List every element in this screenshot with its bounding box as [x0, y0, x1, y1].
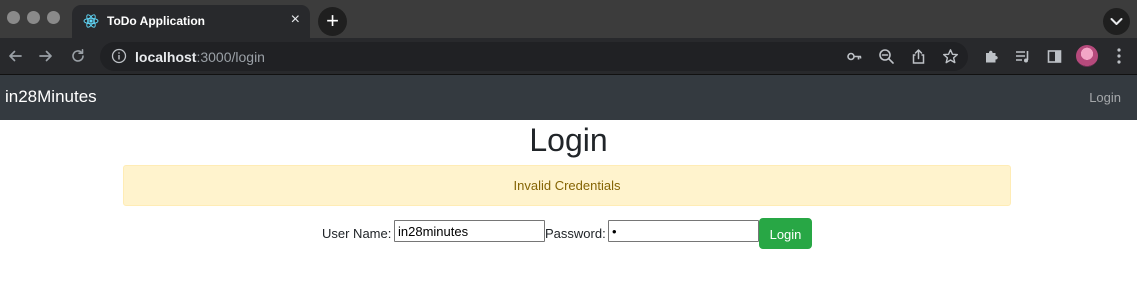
profile-avatar[interactable]	[1076, 45, 1098, 67]
close-window-button[interactable]	[7, 11, 20, 24]
info-icon[interactable]	[111, 48, 127, 64]
password-input[interactable]	[608, 220, 759, 242]
url-path: :3000/login	[196, 49, 265, 65]
tab-close-icon[interactable]: ×	[291, 12, 300, 28]
app-navbar: in28Minutes Login	[0, 75, 1137, 120]
minimize-window-button[interactable]	[27, 11, 40, 24]
reload-icon[interactable]	[70, 48, 86, 64]
tab-title: ToDo Application	[107, 14, 205, 28]
browser-tab-strip: ToDo Application × +	[0, 0, 1137, 38]
side-panel-icon[interactable]	[1046, 48, 1063, 65]
page-title: Login	[529, 122, 608, 158]
username-input[interactable]	[394, 220, 545, 242]
media-icon[interactable]	[1014, 48, 1031, 65]
address-bar[interactable]: localhost:3000/login	[100, 42, 968, 71]
share-icon[interactable]	[910, 48, 927, 65]
back-icon[interactable]	[7, 48, 23, 64]
url-text[interactable]: localhost:3000/login	[135, 49, 265, 65]
chevron-down-icon	[1110, 18, 1123, 25]
key-icon[interactable]	[846, 48, 863, 65]
react-favicon	[83, 14, 99, 28]
nav-login-link[interactable]: Login	[1089, 90, 1121, 105]
star-icon[interactable]	[942, 48, 959, 65]
zoom-out-icon[interactable]	[878, 48, 895, 65]
login-form: User Name: Password: Login	[0, 218, 1137, 250]
new-tab-button[interactable]: +	[318, 7, 347, 36]
password-label: Password:	[545, 226, 606, 241]
invalid-credentials-alert: Invalid Credentials	[123, 165, 1011, 206]
forward-icon[interactable]	[38, 48, 54, 64]
url-host: localhost	[135, 49, 197, 65]
brand-link[interactable]: in28Minutes	[5, 87, 97, 107]
username-label: User Name:	[322, 226, 392, 241]
menu-kebab-icon[interactable]	[1116, 47, 1122, 65]
maximize-window-button[interactable]	[47, 11, 60, 24]
extensions-icon[interactable]	[983, 48, 1000, 65]
browser-toolbar: localhost:3000/login	[0, 38, 1137, 74]
login-button[interactable]: Login	[759, 218, 812, 249]
tab-search-button[interactable]	[1103, 8, 1130, 35]
browser-tab[interactable]: ToDo Application ×	[72, 5, 310, 38]
